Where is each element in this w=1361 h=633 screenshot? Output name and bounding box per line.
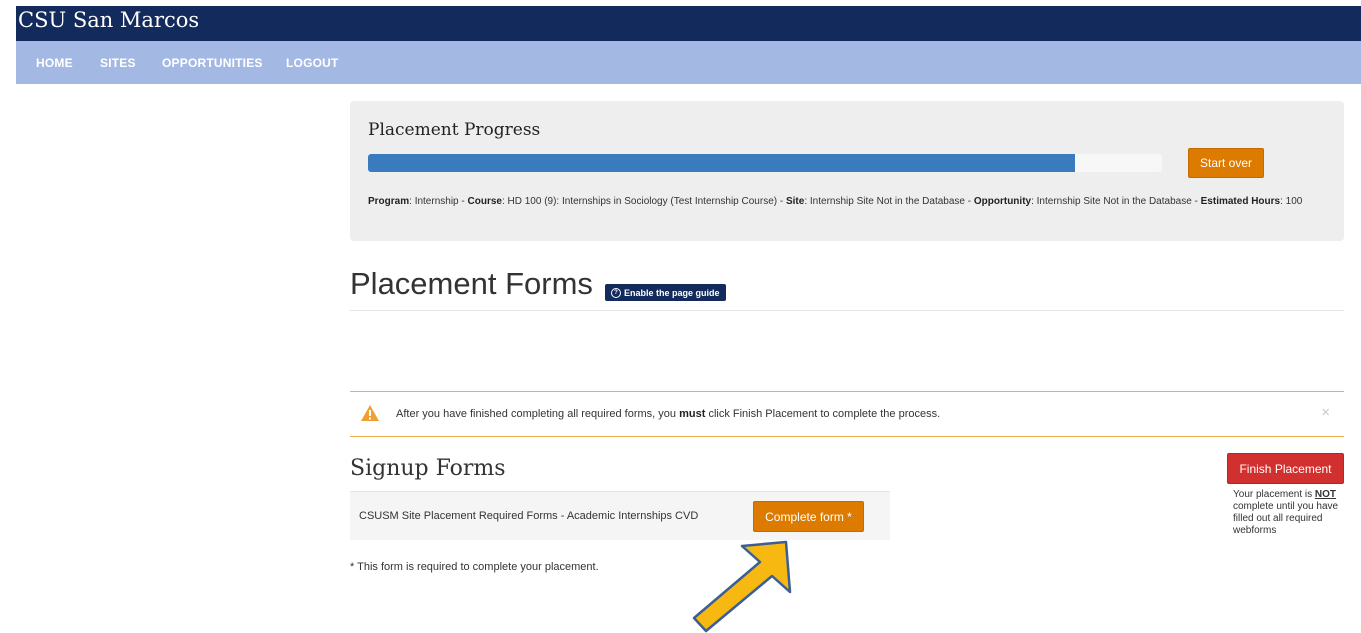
finish-placement-button[interactable]: Finish Placement bbox=[1227, 453, 1344, 484]
site-brand[interactable]: CSU San Marcos bbox=[18, 8, 199, 32]
alert-emphasis: must bbox=[679, 408, 706, 420]
nav-opportunities[interactable]: OPPORTUNITIES bbox=[162, 56, 263, 70]
close-icon[interactable]: × bbox=[1321, 404, 1330, 421]
course-value: HD 100 (9): Internships in Sociology (Te… bbox=[507, 196, 778, 207]
arrow-annotation-icon bbox=[692, 540, 792, 633]
start-over-button[interactable]: Start over bbox=[1188, 148, 1264, 178]
site-value: Internship Site Not in the Database bbox=[809, 196, 965, 207]
finish-note-text: Your placement is bbox=[1233, 489, 1313, 500]
question-circle-icon: ? bbox=[611, 287, 621, 298]
enable-page-guide-button[interactable]: ? Enable the page guide bbox=[605, 284, 726, 301]
heading-divider bbox=[350, 310, 1344, 311]
hours-label: Estimated Hours bbox=[1200, 196, 1281, 207]
table-row: CSUSM Site Placement Required Forms - Ac… bbox=[350, 491, 890, 540]
opportunity-value: Internship Site Not in the Database bbox=[1036, 196, 1192, 207]
nav-sites[interactable]: SITES bbox=[100, 56, 136, 70]
main-nav: HOME SITES OPPORTUNITIES LOGOUT bbox=[16, 41, 1361, 84]
signup-forms-heading: Signup Forms bbox=[350, 456, 506, 481]
alert-message: After you have finished completing all r… bbox=[396, 408, 940, 420]
placement-progress-panel: Placement Progress Start over Program: I… bbox=[350, 101, 1344, 241]
finish-reminder-alert: After you have finished completing all r… bbox=[350, 391, 1344, 437]
site-header: CSU San Marcos bbox=[16, 6, 1361, 41]
required-footnote: * This form is required to complete your… bbox=[350, 561, 599, 573]
progress-bar-fill bbox=[368, 154, 1075, 172]
nav-home[interactable]: HOME bbox=[36, 56, 73, 70]
alert-text-part: click Finish Placement to complete the p… bbox=[708, 408, 941, 420]
warning-icon bbox=[361, 405, 379, 421]
placement-summary: Program: Internship - Course: HD 100 (9)… bbox=[368, 196, 1303, 207]
finish-note-text: complete until you have filled out all r… bbox=[1233, 501, 1339, 536]
alert-text-part: After you have finished completing all r… bbox=[396, 408, 677, 420]
nav-logout[interactable]: LOGOUT bbox=[286, 56, 339, 70]
finish-note-emphasis: NOT bbox=[1314, 489, 1337, 500]
progress-title: Placement Progress bbox=[368, 120, 541, 140]
progress-bar bbox=[368, 154, 1162, 172]
hours-value: 100 bbox=[1285, 196, 1303, 207]
opportunity-label: Opportunity bbox=[973, 196, 1032, 207]
program-label: Program bbox=[368, 196, 410, 207]
program-value: Internship bbox=[414, 196, 459, 207]
site-label: Site bbox=[785, 196, 805, 207]
course-label: Course bbox=[467, 196, 502, 207]
finish-placement-note: Your placement is NOT complete until you… bbox=[1233, 489, 1351, 537]
guide-button-label: Enable the page guide bbox=[624, 287, 720, 298]
form-name: CSUSM Site Placement Required Forms - Ac… bbox=[359, 510, 699, 522]
complete-form-button[interactable]: Complete form * bbox=[753, 501, 864, 532]
page-title: Placement Forms bbox=[350, 266, 593, 301]
